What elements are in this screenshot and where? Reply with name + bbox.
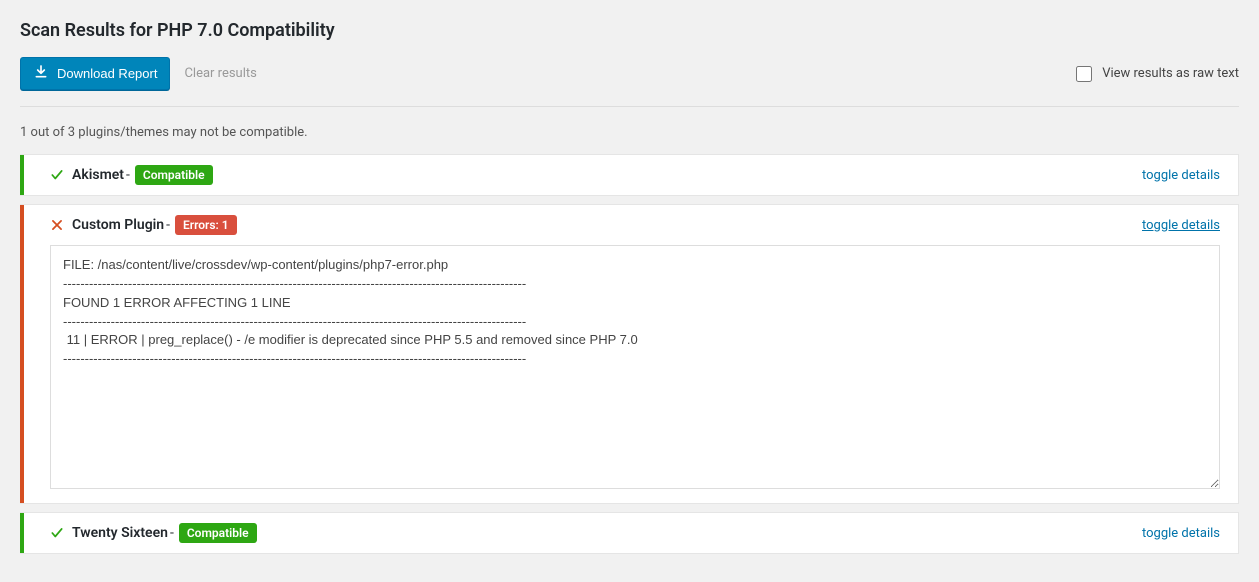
results-list: Akismet - Compatibletoggle detailsCustom… (20, 154, 1239, 554)
result-header: Custom Plugin - Errors: 1 toggle details (20, 205, 1238, 245)
result-item: Custom Plugin - Errors: 1 toggle details F… (20, 204, 1239, 504)
separator: - (170, 525, 174, 541)
download-icon (33, 64, 49, 83)
page-title: Scan Results for PHP 7.0 Compatibility (20, 0, 1239, 57)
raw-text-checkbox[interactable] (1076, 66, 1092, 82)
x-icon (50, 218, 64, 232)
status-bar (20, 205, 24, 503)
summary-text: 1 out of 3 plugins/themes may not be com… (20, 107, 1239, 154)
download-report-label: Download Report (57, 66, 157, 81)
toggle-details-link[interactable]: toggle details (1142, 168, 1220, 183)
result-item: Twenty Sixteen - Compatible toggle detail… (20, 512, 1239, 554)
separator: - (126, 167, 130, 183)
toggle-details-link[interactable]: toggle details (1142, 218, 1220, 233)
status-bar (20, 513, 24, 553)
plugin-name: Twenty Sixteen (72, 525, 168, 541)
toggle-details-link[interactable]: toggle details (1142, 526, 1220, 541)
separator: - (166, 217, 170, 233)
status-badge: Errors: 1 (175, 215, 237, 235)
result-header: Twenty Sixteen - Compatible toggle detail… (20, 513, 1238, 553)
raw-text-label: View results as raw text (1102, 66, 1239, 81)
check-icon (50, 168, 64, 182)
status-bar (20, 155, 24, 195)
download-report-button[interactable]: Download Report (20, 57, 170, 90)
error-details[interactable]: FILE: /nas/content/live/crossdev/wp-cont… (50, 245, 1220, 489)
result-header: Akismet - Compatible toggle details (20, 155, 1238, 195)
clear-results-link[interactable]: Clear results (184, 66, 256, 81)
plugin-name: Custom Plugin (72, 217, 164, 233)
status-badge: Compatible (135, 165, 213, 185)
toolbar: Download Report Clear results View resul… (20, 57, 1239, 107)
plugin-name: Akismet (72, 167, 124, 183)
status-badge: Compatible (179, 523, 257, 543)
result-item: Akismet - Compatible toggle details (20, 154, 1239, 196)
check-icon (50, 526, 64, 540)
raw-text-toggle[interactable]: View results as raw text (1076, 66, 1239, 82)
